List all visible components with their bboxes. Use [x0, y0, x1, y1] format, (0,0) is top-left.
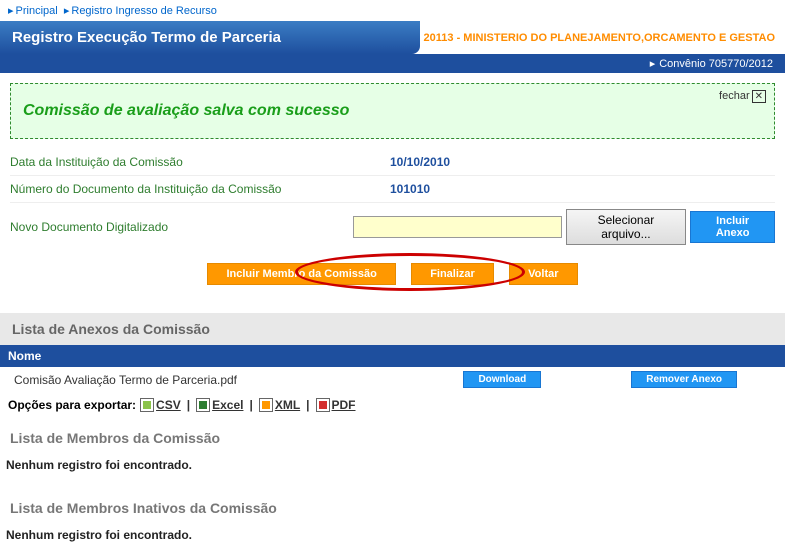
form-area: Data da Instituição da Comissão 10/10/20… [0, 149, 785, 305]
finalizar-button[interactable]: Finalizar [411, 263, 494, 285]
xml-icon [259, 398, 273, 412]
close-label: fechar [719, 90, 750, 102]
success-text: Comissão de avaliação salva com sucesso [23, 102, 349, 119]
export-xml[interactable]: XML [259, 398, 300, 412]
breadcrumb: ▸Principal ▸Registro Ingresso de Recurso [0, 0, 785, 21]
export-excel[interactable]: Excel [196, 398, 243, 412]
success-message-box: Comissão de avaliação salva com sucesso … [10, 83, 775, 139]
convenio-text: Convênio 705770/2012 [659, 58, 773, 70]
ministry-label: 20113 - MINISTERIO DO PLANEJAMENTO,ORCAM… [420, 32, 785, 44]
numero-label: Número do Documento da Instituição da Co… [10, 182, 390, 196]
novo-label: Novo Documento Digitalizado [10, 220, 353, 234]
export-pdf-label: PDF [332, 398, 356, 412]
data-value: 10/10/2010 [390, 155, 450, 169]
file-path-input[interactable] [353, 216, 561, 238]
close-icon: ✕ [752, 90, 766, 103]
export-row: Opções para exportar: CSV | Excel | XML … [0, 392, 785, 418]
file-name: Comisão Avaliação Termo de Parceria.pdf [14, 373, 463, 387]
data-label: Data da Instituição da Comissão [10, 155, 390, 169]
numero-value: 101010 [390, 182, 430, 196]
voltar-button[interactable]: Voltar [509, 263, 577, 285]
csv-icon [140, 398, 154, 412]
separator: | [249, 398, 252, 412]
breadcrumb-registro[interactable]: Registro Ingresso de Recurso [71, 5, 217, 17]
form-row-numero: Número do Documento da Instituição da Co… [10, 176, 775, 203]
breadcrumb-principal[interactable]: Principal [16, 5, 58, 17]
incluir-membro-button[interactable]: Incluir Membro da Comissão [207, 263, 395, 285]
chevron-right-icon: ▸ [8, 5, 14, 17]
remover-anexo-button[interactable]: Remover Anexo [631, 371, 737, 388]
pdf-icon [316, 398, 330, 412]
header-row: Registro Execução Termo de Parceria 2011… [0, 21, 785, 54]
table-row: Comisão Avaliação Termo de Parceria.pdf … [0, 367, 785, 392]
export-excel-label: Excel [212, 398, 243, 412]
action-row: Incluir Membro da Comissão Finalizar Vol… [10, 251, 775, 305]
export-xml-label: XML [275, 398, 300, 412]
incluir-anexo-button[interactable]: Incluir Anexo [690, 211, 775, 243]
download-button[interactable]: Download [463, 371, 541, 388]
separator: | [306, 398, 309, 412]
anexos-section-title: Lista de Anexos da Comissão [0, 313, 785, 345]
membros-empty: Nenhum registro foi encontrado. [0, 450, 785, 488]
separator: | [187, 398, 190, 412]
form-row-upload: Novo Documento Digitalizado Selecionar a… [10, 203, 775, 251]
convenio-bar: ▸Convênio 705770/2012 [0, 54, 785, 73]
membros-section-title: Lista de Membros da Comissão [0, 418, 785, 450]
close-button[interactable]: fechar✕ [719, 90, 766, 102]
select-file-button[interactable]: Selecionar arquivo... [566, 209, 687, 245]
form-row-data: Data da Instituição da Comissão 10/10/20… [10, 149, 775, 176]
export-csv[interactable]: CSV [140, 398, 181, 412]
page-title: Registro Execução Termo de Parceria [0, 21, 420, 54]
inativos-empty: Nenhum registro foi encontrado. [0, 520, 785, 558]
anexos-table-header: Nome [0, 345, 785, 367]
chevron-right-icon: ▸ [64, 5, 70, 17]
excel-icon [196, 398, 210, 412]
export-label: Opções para exportar: [8, 398, 136, 412]
export-pdf[interactable]: PDF [316, 398, 356, 412]
export-csv-label: CSV [156, 398, 181, 412]
chevron-right-icon: ▸ [650, 58, 656, 70]
inativos-section-title: Lista de Membros Inativos da Comissão [0, 488, 785, 520]
